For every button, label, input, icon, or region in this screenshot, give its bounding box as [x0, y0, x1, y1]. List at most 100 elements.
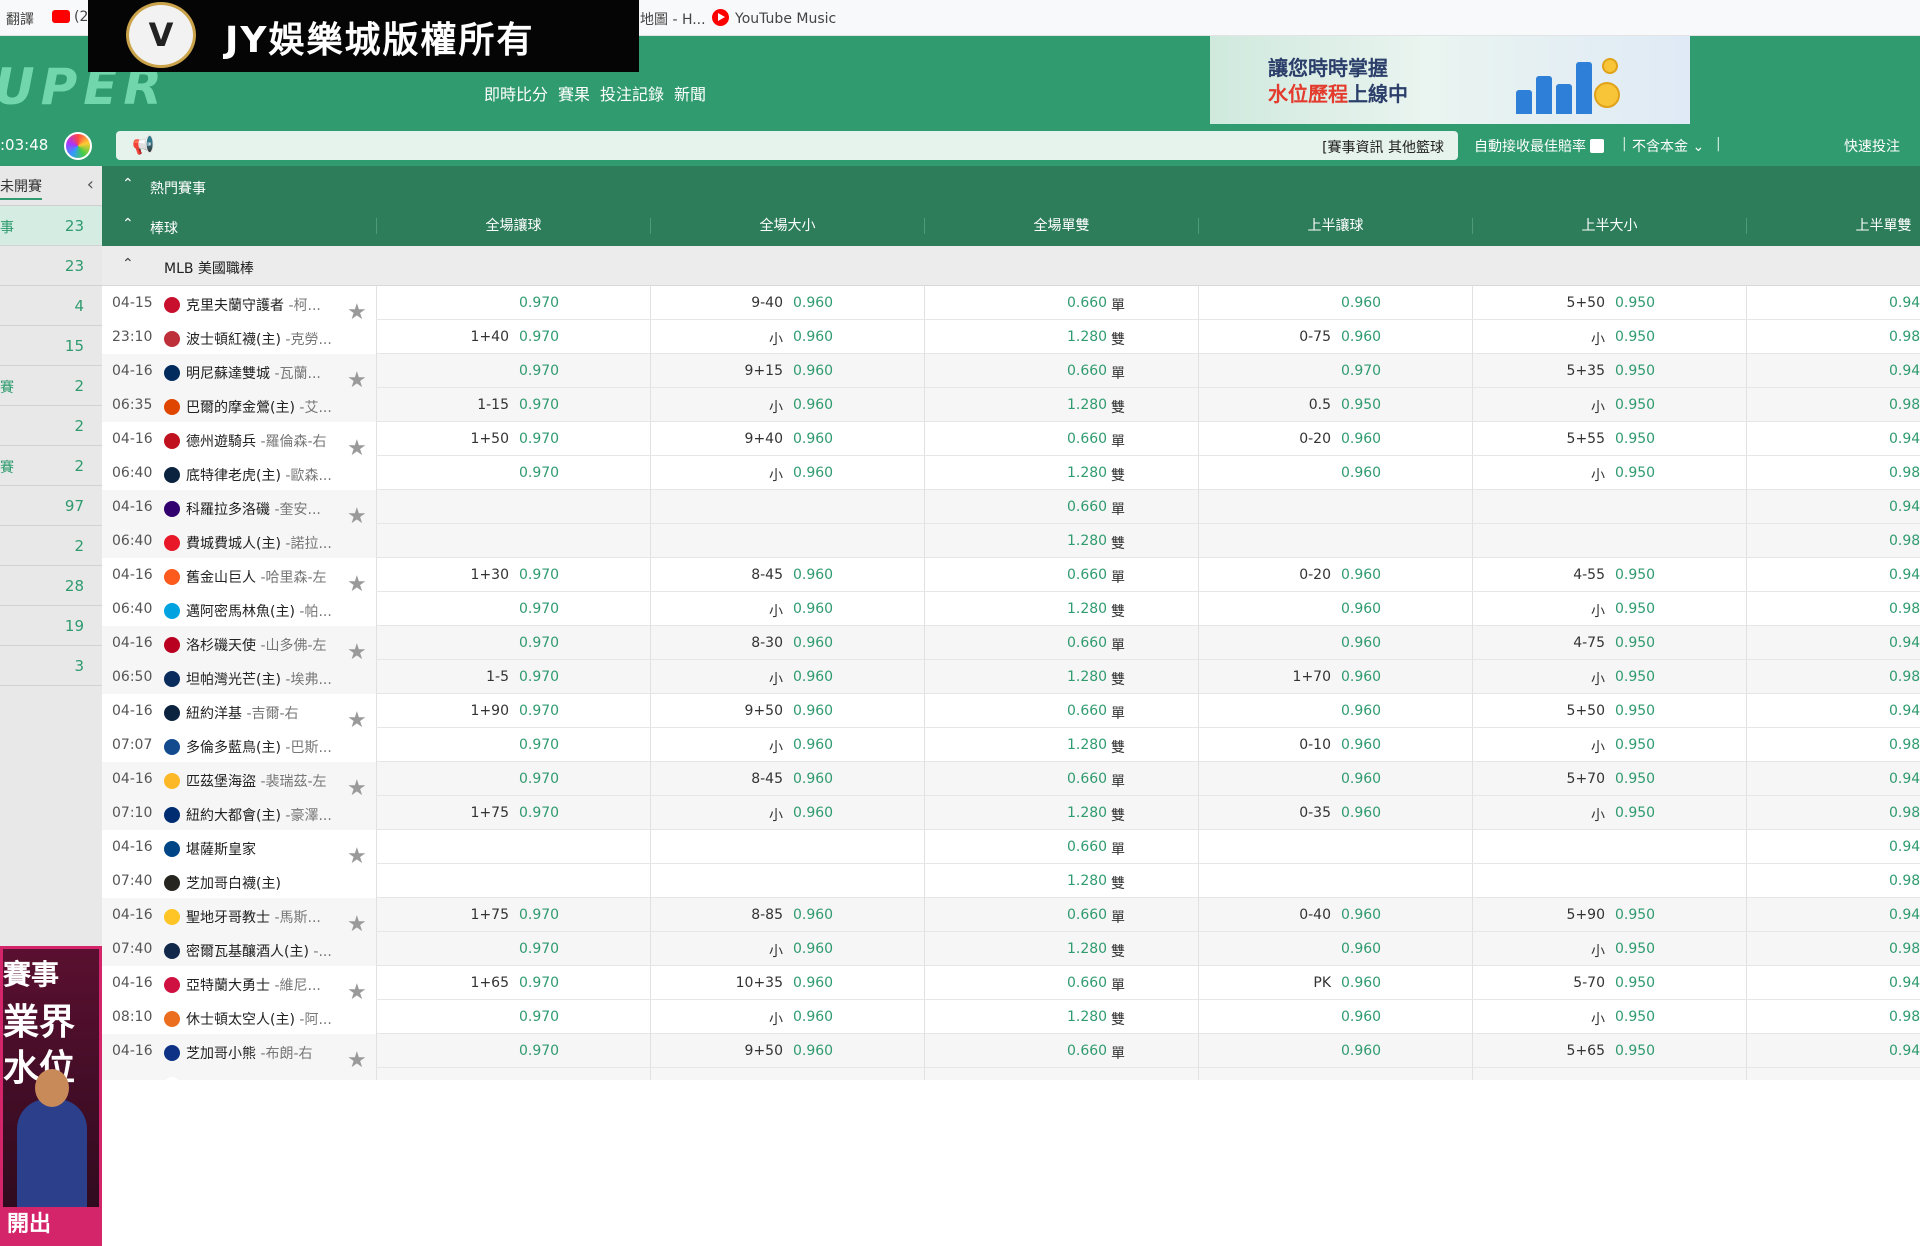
odds-value[interactable]: 0.660: [1067, 907, 1107, 923]
principal-dropdown[interactable]: 不含本金 ⌄: [1632, 136, 1704, 156]
odds-cell[interactable]: 0.970: [376, 354, 650, 388]
sidebar-item[interactable]: 28: [0, 566, 102, 606]
odds-value[interactable]: 0.960: [1341, 295, 1381, 311]
odds-cell[interactable]: 0-40 0.960: [1198, 898, 1472, 932]
sidebar-promo[interactable]: 賽事 業界 水位 開出: [0, 946, 102, 1246]
odds-value[interactable]: 0.960: [1341, 907, 1381, 923]
odds-value[interactable]: 0.950: [1615, 1043, 1655, 1059]
odds-value[interactable]: 0.94: [1889, 635, 1920, 651]
odds-cell[interactable]: 單 0.660: [924, 898, 1198, 932]
odds-value[interactable]: 0.960: [793, 907, 833, 923]
odds-value[interactable]: 0.660: [1067, 499, 1107, 515]
odds-value[interactable]: 0.970: [519, 397, 559, 413]
odds-cell[interactable]: 0.960: [1198, 1034, 1472, 1068]
odds-cell[interactable]: 小 0.960: [650, 320, 924, 354]
odds-cell[interactable]: 雙 1.280: [924, 388, 1198, 422]
bookmark-map[interactable]: 地圖 - H...: [640, 9, 706, 29]
odds-value[interactable]: 1.280: [1067, 873, 1107, 889]
odds-value[interactable]: 0.950: [1615, 941, 1655, 957]
odds-cell[interactable]: 雙0.98: [1746, 388, 1920, 422]
odds-value[interactable]: 0.960: [1341, 1009, 1381, 1025]
odds-cell[interactable]: 雙 1.280: [924, 796, 1198, 830]
odds-cell[interactable]: 5+35 0.950: [1472, 354, 1746, 388]
odds-value[interactable]: 0.950: [1615, 669, 1655, 685]
odds-cell[interactable]: 單0.94: [1746, 898, 1920, 932]
odds-cell[interactable]: 5+70 0.950: [1472, 762, 1746, 796]
odds-value[interactable]: 0.950: [1615, 1009, 1655, 1025]
sidebar-item[interactable]: 4: [0, 286, 102, 326]
odds-cell[interactable]: 0-20 0.960: [1198, 422, 1472, 456]
odds-value[interactable]: 0.98: [1889, 601, 1920, 617]
odds-value[interactable]: 0.970: [1341, 363, 1381, 379]
odds-value[interactable]: 0.950: [1615, 771, 1655, 787]
odds-value[interactable]: 0.94: [1889, 839, 1920, 855]
odds-cell[interactable]: 0.960: [1198, 626, 1472, 660]
odds-cell[interactable]: 0.970: [376, 592, 650, 626]
odds-value[interactable]: 0.950: [1615, 397, 1655, 413]
odds-value[interactable]: 0.660: [1067, 771, 1107, 787]
odds-cell[interactable]: 小 0.950: [1472, 388, 1746, 422]
odds-cell[interactable]: 小 0.960: [650, 456, 924, 490]
odds-cell[interactable]: 1+50 0.970: [376, 422, 650, 456]
sidebar-item[interactable]: 15: [0, 326, 102, 366]
odds-cell[interactable]: 單0.94: [1746, 830, 1920, 864]
bookmark-youtube[interactable]: (2: [52, 9, 88, 25]
odds-cell[interactable]: 小 0.950: [1472, 1000, 1746, 1034]
odds-value[interactable]: 0.950: [1615, 431, 1655, 447]
odds-cell[interactable]: 小 0.950: [1472, 592, 1746, 626]
odds-value[interactable]: 0.94: [1889, 1043, 1920, 1059]
odds-cell[interactable]: 雙 1.280: [924, 456, 1198, 490]
odds-cell[interactable]: 0.970: [376, 456, 650, 490]
odds-value[interactable]: 0.660: [1067, 635, 1107, 651]
section-hot-events[interactable]: ⌃ 熱門賽事: [102, 166, 1920, 206]
odds-cell[interactable]: 單 0.660: [924, 694, 1198, 728]
odds-cell[interactable]: 單0.94: [1746, 762, 1920, 796]
odds-value[interactable]: 0.970: [519, 431, 559, 447]
sidebar-item[interactable]: 2: [0, 526, 102, 566]
odds-cell[interactable]: 雙0.98: [1746, 456, 1920, 490]
odds-cell[interactable]: 雙 1.280: [924, 524, 1198, 558]
odds-cell[interactable]: 雙 1.280: [924, 864, 1198, 898]
odds-cell[interactable]: 單0.94: [1746, 694, 1920, 728]
odds-cell[interactable]: 1+75 0.970: [376, 796, 650, 830]
odds-cell[interactable]: 4-55 0.950: [1472, 558, 1746, 592]
odds-cell[interactable]: 單 0.660: [924, 286, 1198, 320]
odds-cell[interactable]: 小 0.950: [1472, 932, 1746, 966]
odds-cell[interactable]: 0-75 0.960: [1198, 320, 1472, 354]
odds-value[interactable]: 0.970: [519, 635, 559, 651]
odds-value[interactable]: 0.950: [1615, 907, 1655, 923]
odds-cell[interactable]: 0-35 0.960: [1198, 796, 1472, 830]
odds-cell[interactable]: 5+50 0.950: [1472, 286, 1746, 320]
odds-cell[interactable]: 雙 1.280: [924, 1000, 1198, 1034]
odds-cell[interactable]: 小 0.960: [650, 388, 924, 422]
odds-value[interactable]: 1.280: [1067, 669, 1107, 685]
odds-value[interactable]: 0.970: [519, 1009, 559, 1025]
odds-value[interactable]: 0.94: [1889, 975, 1920, 991]
bookmark-youtube-music[interactable]: YouTube Music: [712, 9, 836, 27]
odds-cell[interactable]: 單 0.660: [924, 626, 1198, 660]
announcement-marquee[interactable]: 📢 [賽事資訊 其他籃球: [116, 131, 1458, 160]
odds-cell[interactable]: 9+50 0.960: [650, 1034, 924, 1068]
sidebar-item[interactable]: 3: [0, 646, 102, 686]
sidebar-item[interactable]: 19: [0, 606, 102, 646]
odds-value[interactable]: 0.960: [1341, 975, 1381, 991]
odds-value[interactable]: 0.94: [1889, 771, 1920, 787]
odds-value[interactable]: 0.950: [1615, 329, 1655, 345]
chevron-up-icon[interactable]: ⌃: [122, 216, 134, 232]
odds-value[interactable]: 0.98: [1889, 329, 1920, 345]
odds-cell[interactable]: 單 0.660: [924, 558, 1198, 592]
odds-value[interactable]: 0.660: [1067, 703, 1107, 719]
sidebar-item[interactable]: 23: [0, 246, 102, 286]
odds-cell[interactable]: 9+15 0.960: [650, 354, 924, 388]
odds-cell[interactable]: 0.970: [1198, 354, 1472, 388]
color-wheel-icon[interactable]: [64, 132, 92, 160]
odds-value[interactable]: 0.960: [1341, 771, 1381, 787]
odds-value[interactable]: 0.960: [793, 703, 833, 719]
odds-value[interactable]: 0.960: [793, 601, 833, 617]
odds-value[interactable]: 0.950: [1615, 703, 1655, 719]
odds-value[interactable]: 0.960: [793, 363, 833, 379]
odds-value[interactable]: 0.960: [793, 771, 833, 787]
odds-cell[interactable]: 單 0.660: [924, 422, 1198, 456]
odds-value[interactable]: 0.950: [1615, 567, 1655, 583]
auto-accept-odds[interactable]: 自動接收最佳賠率: [1474, 136, 1604, 156]
